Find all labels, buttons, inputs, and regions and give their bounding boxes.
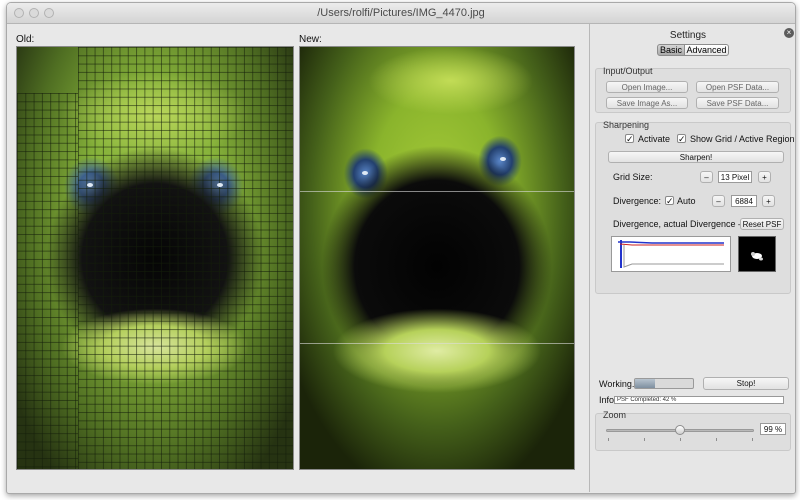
region-line-top xyxy=(300,191,574,192)
reset-psf-button[interactable]: Reset PSF xyxy=(740,218,784,230)
slider-tick xyxy=(608,438,609,441)
show-grid-checkbox[interactable]: ✓ xyxy=(677,134,686,144)
zoom-title: Zoom xyxy=(603,410,627,420)
window-title: /Users/rolfi/Pictures/IMG_4470.jpg xyxy=(317,7,485,19)
eye-highlight xyxy=(87,183,93,187)
zoom-field[interactable]: 99 % xyxy=(760,423,786,435)
progress-fill xyxy=(635,379,656,388)
input-output-group: Input/Output Open Image... Open PSF Data… xyxy=(595,66,791,113)
grid-size-field[interactable]: 13 Pixel xyxy=(718,171,752,183)
slider-tick xyxy=(680,438,681,441)
close-icon[interactable]: × xyxy=(784,28,794,38)
settings-title: Settings xyxy=(669,30,707,41)
divergence-graph xyxy=(611,236,731,272)
grid-size-increment[interactable]: + xyxy=(758,171,771,183)
old-image-view[interactable] xyxy=(16,46,294,470)
psf-thumbnail xyxy=(738,236,776,272)
settings-panel: Settings × Basic Advanced Input/Output O… xyxy=(589,24,795,492)
info-field: PSF Completed: 42 % xyxy=(614,396,784,404)
grid-size-label: Grid Size: xyxy=(613,172,653,182)
eye-highlight xyxy=(217,183,223,187)
zoom-slider-knob[interactable] xyxy=(675,425,685,435)
save-image-button[interactable]: Save Image As... xyxy=(606,97,688,109)
divergence-field[interactable]: 6884 xyxy=(731,195,757,207)
psf-thumbnail-svg xyxy=(751,252,763,261)
graph-actual-divergence-line xyxy=(619,243,724,246)
grid-size-decrement[interactable]: – xyxy=(700,171,713,183)
new-image-view[interactable] xyxy=(299,46,575,470)
show-grid-label: Show Grid / Active Region xyxy=(690,134,795,144)
info-label: Info xyxy=(599,395,615,405)
grid-overlay xyxy=(78,47,293,469)
new-image-label: New: xyxy=(299,34,322,45)
input-output-title: Input/Output xyxy=(603,66,653,76)
auto-checkbox[interactable]: ✓ xyxy=(665,196,674,206)
graph-divergence-line xyxy=(618,241,724,244)
activate-checkbox[interactable]: ✓ xyxy=(625,134,634,144)
eye-highlight xyxy=(362,171,368,175)
divergence-graph-svg xyxy=(618,240,724,268)
psf-blob xyxy=(759,257,763,261)
slider-tick xyxy=(644,438,645,441)
sharpen-button[interactable]: Sharpen! xyxy=(608,151,784,163)
auto-label: Auto xyxy=(677,196,696,206)
graph-psf-line xyxy=(623,245,724,268)
title-bar[interactable]: /Users/rolfi/Pictures/IMG_4470.jpg xyxy=(7,3,795,24)
open-image-button[interactable]: Open Image... xyxy=(606,81,688,93)
divergence-label: Divergence: xyxy=(613,196,662,206)
sharpening-title: Sharpening xyxy=(603,120,650,130)
old-image-label: Old: xyxy=(16,34,35,45)
tab-basic[interactable]: Basic xyxy=(657,44,685,56)
eye-highlight xyxy=(500,157,506,161)
divergence-increment[interactable]: + xyxy=(762,195,775,207)
slider-tick xyxy=(752,438,753,441)
tab-advanced[interactable]: Advanced xyxy=(684,44,729,56)
open-psf-button[interactable]: Open PSF Data... xyxy=(696,81,779,93)
grid-overlay-left xyxy=(17,93,78,469)
stop-button[interactable]: Stop! xyxy=(703,377,789,390)
progress-bar xyxy=(634,378,694,389)
save-psf-button[interactable]: Save PSF Data... xyxy=(696,97,779,109)
slider-tick xyxy=(716,438,717,441)
app-window: /Users/rolfi/Pictures/IMG_4470.jpg Old: … xyxy=(6,2,796,494)
psf-blob xyxy=(751,252,755,256)
activate-label: Activate xyxy=(638,134,671,144)
region-line-bottom xyxy=(300,343,574,344)
divergence-decrement[interactable]: – xyxy=(712,195,725,207)
